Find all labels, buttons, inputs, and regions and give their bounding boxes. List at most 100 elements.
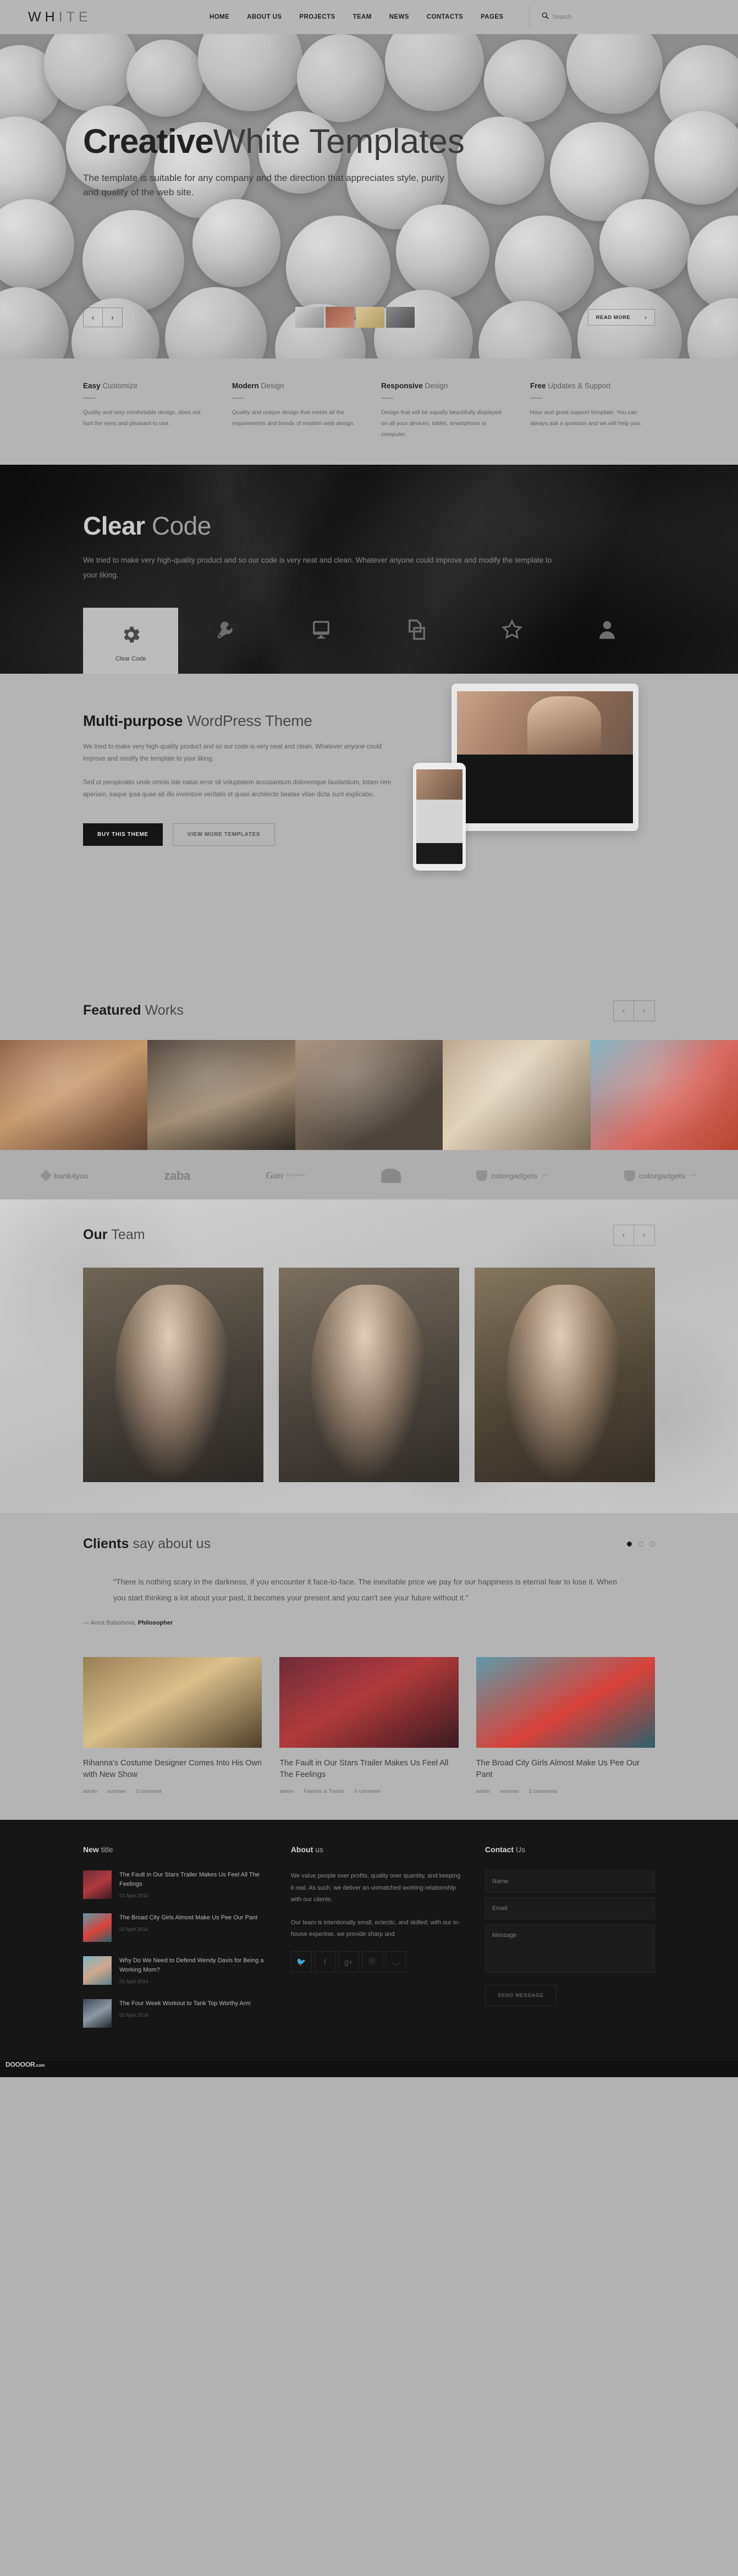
icon-tab-monitor[interactable] <box>274 608 369 643</box>
client-logo-bank4you[interactable]: bank4you <box>40 1170 89 1182</box>
nav-item-about-us[interactable]: ABOUT US <box>247 14 282 20</box>
pinterest-icon[interactable]: Ⓟ <box>361 1951 383 1973</box>
team-prev-button[interactable]: ‹ <box>613 1224 634 1246</box>
client-logo-gan[interactable]: Gan BELGRAVIA <box>266 1170 305 1181</box>
feature-text: Hour and great support template. You can… <box>530 409 642 427</box>
blog-post-author[interactable]: admin <box>83 1788 97 1795</box>
blog-post-author[interactable]: admin <box>279 1788 294 1795</box>
contact-name-input[interactable] <box>484 1870 655 1893</box>
testimonial-dot-2[interactable] <box>638 1541 643 1546</box>
clear-code-title-bold: Clear <box>83 511 145 540</box>
footer-news-title[interactable]: The Four Week Workout to Tank Top Worthy… <box>119 1999 251 2008</box>
rss-icon[interactable]: ◡ <box>385 1951 406 1973</box>
facebook-icon[interactable]: f <box>314 1951 335 1973</box>
client-logo-colorgadgets-1[interactable]: colorgadgets .com <box>476 1170 548 1181</box>
footer-news-title[interactable]: Why Do We Need to Defend Wendy Davis for… <box>119 1956 267 1975</box>
footer-news-item[interactable]: The Fault in Our Stars Trailer Makes Us … <box>83 1870 267 1900</box>
testimonial-dot-1[interactable] <box>627 1541 632 1546</box>
blog-post-category[interactable]: summer <box>500 1788 519 1795</box>
blog-post-comments[interactable]: 2 comments <box>529 1788 558 1795</box>
nav-item-team[interactable]: TEAM <box>353 14 372 20</box>
nav-item-projects[interactable]: PROJECTS <box>299 14 335 20</box>
clear-code-section: Clear Code We tried to make very high-qu… <box>0 464 738 674</box>
footer-news-item[interactable]: The Four Week Workout to Tank Top Worthy… <box>83 1999 267 2028</box>
twitter-icon[interactable]: 🐦 <box>290 1951 312 1973</box>
hero-slider: CreativeWhite Templates The template is … <box>0 34 738 359</box>
search-input[interactable] <box>552 14 602 20</box>
footer-about-column: About us We value people over profits, q… <box>290 1845 461 2042</box>
feature-card-modern-design: Modern Design Quality and unique design … <box>232 382 357 441</box>
blog-post-author[interactable]: admin <box>476 1788 491 1795</box>
hero-thumb-2[interactable] <box>326 307 355 328</box>
footer-news-item[interactable]: Why Do We Need to Defend Wendy Davis for… <box>83 1956 267 1985</box>
footer-news-title[interactable]: The Fault in Our Stars Trailer Makes Us … <box>119 1870 267 1889</box>
hero-next-button[interactable]: › <box>103 307 123 327</box>
featured-works-section: Featured Works ‹ › <box>0 978 738 1040</box>
blog-post-comments[interactable]: 0 comment <box>136 1788 162 1795</box>
hero-thumb-4[interactable] <box>386 307 415 328</box>
blog-post-title[interactable]: The Broad City Girls Almost Make Us Pee … <box>476 1758 655 1781</box>
hero-thumb-3[interactable] <box>356 307 385 328</box>
contact-email-input[interactable] <box>484 1897 655 1920</box>
blog-post-title[interactable]: The Fault in Our Stars Trailer Makes Us … <box>279 1758 458 1781</box>
footer-contact-column: Contact Us SEND MESSAGE <box>484 1845 655 2042</box>
footer-news-heading-bold: New <box>83 1845 99 1854</box>
footer-news-date: 02 April 2014 <box>119 1979 148 1985</box>
multipurpose-section: Multi-purpose WordPress Theme We tried t… <box>0 673 738 978</box>
google-plus-icon[interactable]: g+ <box>338 1951 359 1973</box>
icon-tab-layers[interactable] <box>369 608 464 643</box>
client-logo-colorgadgets-2[interactable]: colorgadgets .com <box>624 1170 696 1181</box>
icon-tab-clear-code[interactable]: Clear Code <box>83 607 179 674</box>
work-item[interactable] <box>147 1039 295 1150</box>
hero-prev-button[interactable]: ‹ <box>83 307 103 327</box>
team-member-card[interactable] <box>279 1267 459 1482</box>
blog-post-category[interactable]: summer <box>107 1788 126 1795</box>
nav-item-pages[interactable]: PAGES <box>481 14 503 20</box>
search-box[interactable] <box>528 5 602 29</box>
team-member-card[interactable] <box>475 1267 655 1482</box>
testimonial-dot-3[interactable] <box>650 1541 655 1546</box>
blog-post-category[interactable]: Fashion & Trends <box>304 1788 344 1795</box>
nav-item-home[interactable]: HOME <box>210 14 229 20</box>
send-message-button[interactable]: SEND MESSAGE <box>484 1985 557 2007</box>
work-item[interactable] <box>0 1039 148 1150</box>
tablet-mockup <box>451 683 638 831</box>
client-logo-zaba[interactable]: zaba <box>164 1169 190 1183</box>
nav-item-news[interactable]: NEWS <box>389 14 409 20</box>
blog-post-card[interactable]: The Broad City Girls Almost Make Us Pee … <box>476 1657 655 1795</box>
team-next-button[interactable]: › <box>634 1224 655 1246</box>
blog-post-comments[interactable]: 0 comment <box>355 1788 381 1795</box>
chevron-right-icon: › <box>645 314 647 321</box>
icon-tab-wrench[interactable] <box>178 608 273 643</box>
featured-works-next-button[interactable]: › <box>634 1000 655 1021</box>
hero-thumbnails <box>295 307 415 328</box>
client-logo-hat[interactable] <box>381 1168 401 1183</box>
testimonial-author-role: Philosopher <box>137 1620 173 1627</box>
site-logo[interactable]: WHITE <box>28 9 210 25</box>
nav-item-contacts[interactable]: CONTACTS <box>427 14 463 20</box>
work-item[interactable] <box>295 1039 443 1150</box>
hero-thumb-1[interactable] <box>295 307 324 328</box>
footer-news-thumb <box>83 1913 112 1942</box>
blog-post-image <box>83 1657 262 1748</box>
feature-title-bold: Responsive <box>381 382 423 390</box>
work-item[interactable] <box>443 1039 591 1150</box>
icon-tab-user[interactable] <box>560 608 655 643</box>
icon-tab-star[interactable] <box>464 608 559 643</box>
blog-post-title[interactable]: Rihanna's Costume Designer Comes Into Hi… <box>83 1758 262 1781</box>
team-member-card[interactable] <box>83 1267 263 1482</box>
contact-message-input[interactable] <box>484 1924 655 1973</box>
footer-news-title[interactable]: The Broad City Girls Almost Make Us Pee … <box>119 1913 257 1923</box>
blog-post-card[interactable]: The Fault in Our Stars Trailer Makes Us … <box>279 1657 459 1795</box>
buy-this-theme-button[interactable]: BUY THIS THEME <box>83 823 163 846</box>
work-item[interactable] <box>590 1039 738 1150</box>
hero-title-bold: Creative <box>83 123 214 161</box>
rhombus-icon <box>40 1170 52 1182</box>
hero-read-more-button[interactable]: READ MORE › <box>587 309 655 326</box>
divider <box>381 398 393 399</box>
view-more-templates-button[interactable]: VIEW MORE TEMPLATES <box>172 823 275 846</box>
blog-post-card[interactable]: Rihanna's Costume Designer Comes Into Hi… <box>83 1657 262 1795</box>
testimonials-title-thin: say about us <box>133 1535 211 1551</box>
featured-works-prev-button[interactable]: ‹ <box>613 1000 634 1021</box>
footer-news-item[interactable]: The Broad City Girls Almost Make Us Pee … <box>83 1913 267 1942</box>
